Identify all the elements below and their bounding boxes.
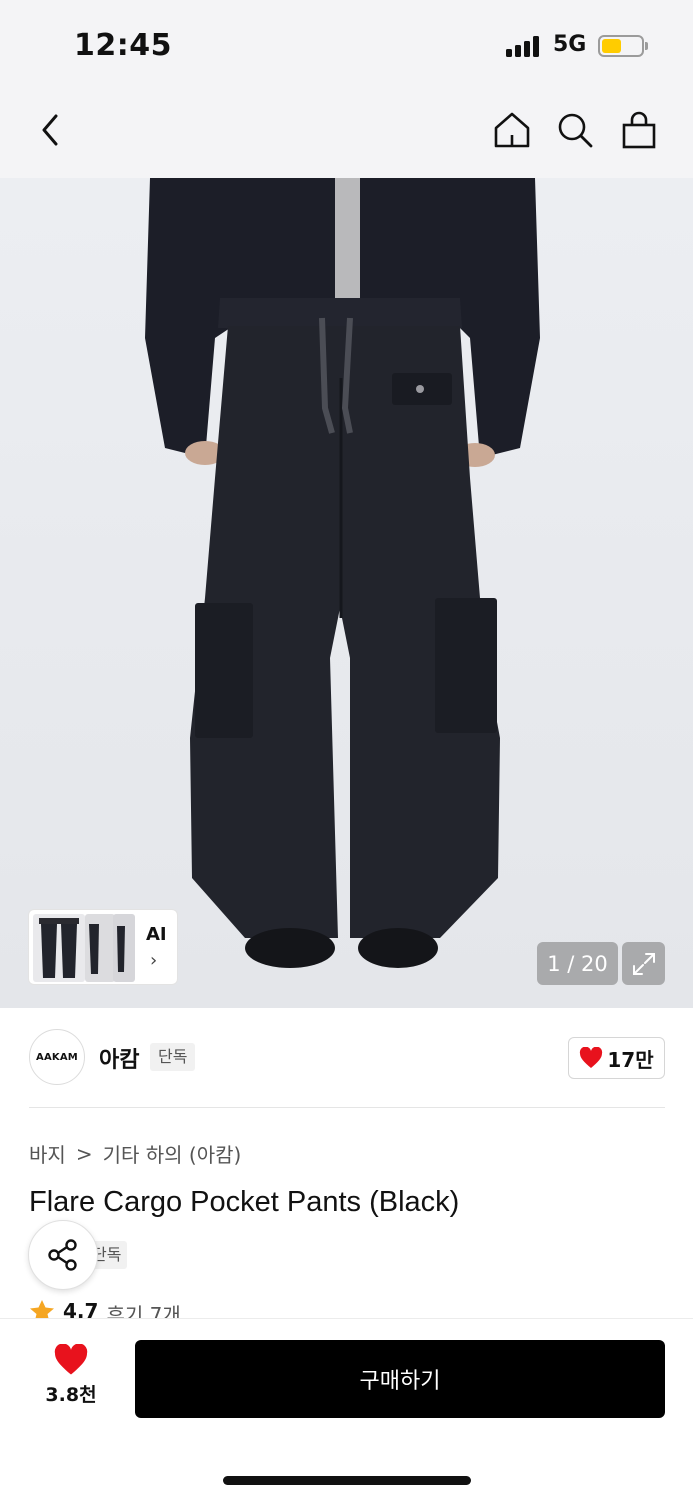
battery-icon — [598, 35, 644, 57]
buy-button[interactable]: 구매하기 — [135, 1340, 665, 1418]
chevron-right-icon: > — [75, 1141, 93, 1166]
brand-name[interactable]: 아캄 — [99, 1042, 139, 1074]
signal-strength-icon — [506, 35, 544, 57]
brand-logo[interactable]: AAKAM — [29, 1029, 85, 1085]
pants-thumbnail-icon — [89, 924, 99, 974]
ai-label: AI — [146, 924, 167, 945]
home-button[interactable] — [490, 108, 534, 152]
thumbnail-image — [113, 914, 135, 982]
expand-icon — [632, 952, 655, 975]
rating-row[interactable]: 4.7 후기 7개 — [29, 1299, 181, 1319]
brand-like-button[interactable]: 17만 — [568, 1037, 665, 1079]
product-photo-illustration — [145, 178, 540, 968]
heart-icon — [54, 1344, 88, 1375]
status-time: 12:45 — [74, 28, 172, 63]
breadcrumb: 바지 > 기타 하의 (아캄) — [29, 1139, 241, 1168]
status-bar: 12:45 5G — [0, 0, 693, 90]
battery-level — [602, 39, 621, 53]
share-button[interactable] — [28, 1220, 98, 1290]
heart-icon — [580, 1047, 603, 1068]
image-counter: 1 / 20 — [537, 942, 618, 985]
thumbnail-image — [33, 914, 85, 982]
nav-bar — [0, 90, 693, 178]
home-indicator[interactable] — [223, 1476, 471, 1485]
breadcrumb-subcategory[interactable]: 기타 하의 (아캄) — [103, 1139, 242, 1168]
divider — [29, 1107, 665, 1108]
breadcrumb-category[interactable]: 바지 — [29, 1139, 66, 1168]
share-icon — [48, 1239, 77, 1271]
pants-thumbnail-icon — [117, 926, 125, 972]
exclusive-badge: 단독 — [150, 1043, 196, 1071]
wishlist-button[interactable]: 3.8천 — [30, 1344, 112, 1414]
thumbnail-image — [85, 914, 115, 982]
review-count: 후기 7개 — [106, 1303, 181, 1319]
product-title: Flare Cargo Pocket Pants (Black) — [29, 1186, 460, 1218]
rating-value: 4.7 — [63, 1299, 99, 1319]
back-button[interactable] — [28, 108, 72, 152]
search-button[interactable] — [553, 108, 597, 152]
shopping-bag-icon — [622, 111, 656, 149]
expand-button[interactable] — [622, 942, 665, 985]
star-icon — [30, 1300, 54, 1319]
chevron-right-icon: › — [150, 950, 158, 971]
wishlist-count: 3.8천 — [45, 1384, 97, 1406]
battery-tip — [645, 42, 648, 50]
pants-thumbnail-icon — [39, 918, 79, 978]
back-icon — [42, 114, 58, 146]
cart-button[interactable] — [617, 108, 661, 152]
product-image[interactable] — [0, 178, 693, 1008]
home-icon — [494, 112, 530, 148]
ai-similar-button[interactable]: AI › — [28, 909, 178, 985]
network-type: 5G — [553, 32, 587, 57]
search-icon — [558, 113, 593, 148]
brand-like-count: 17만 — [607, 1047, 654, 1072]
